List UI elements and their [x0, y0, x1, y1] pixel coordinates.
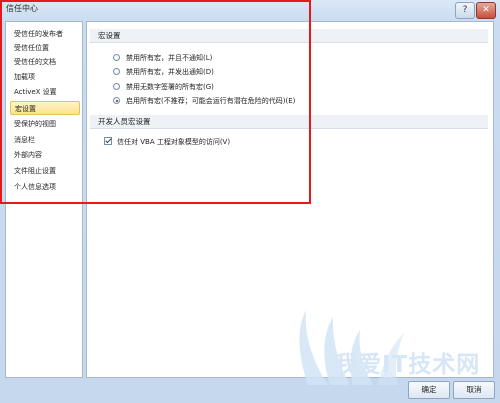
annotation-highlight-box [0, 0, 311, 204]
trust-center-dialog: 信任中心 ? ✕ 受信任的发布者 受信任位置 受信任的文档 加载项 Active… [0, 0, 500, 403]
ok-button[interactable]: 确定 [408, 381, 450, 399]
close-button[interactable]: ✕ [476, 2, 496, 19]
cancel-button[interactable]: 取消 [453, 381, 495, 399]
help-button[interactable]: ? [455, 2, 475, 19]
watermark-text: 我爱IT技术网 [334, 352, 481, 378]
watermark-subtext: 52 [384, 372, 393, 380]
